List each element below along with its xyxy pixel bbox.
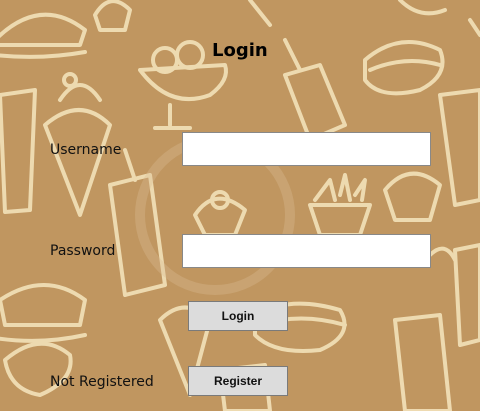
page-title: Login: [212, 40, 268, 61]
username-label: Username: [50, 142, 122, 158]
login-button[interactable]: Login: [188, 301, 288, 331]
cup-icon: [283, 63, 347, 142]
fries-icon: [313, 173, 367, 202]
password-field[interactable]: [182, 234, 431, 268]
burger-icon: [0, 12, 87, 47]
fast-food-pattern-background: [0, 0, 480, 411]
register-button[interactable]: Register: [188, 366, 288, 396]
ice-cream-bowl-icon: [138, 63, 228, 102]
soda-cup-icon: [0, 88, 37, 214]
cupcake-icon: [93, 0, 132, 32]
username-field[interactable]: [182, 132, 431, 166]
password-label: Password: [50, 243, 116, 259]
not-registered-label: Not Registered: [50, 374, 154, 390]
ice-cream-cone-icon: [43, 108, 112, 217]
